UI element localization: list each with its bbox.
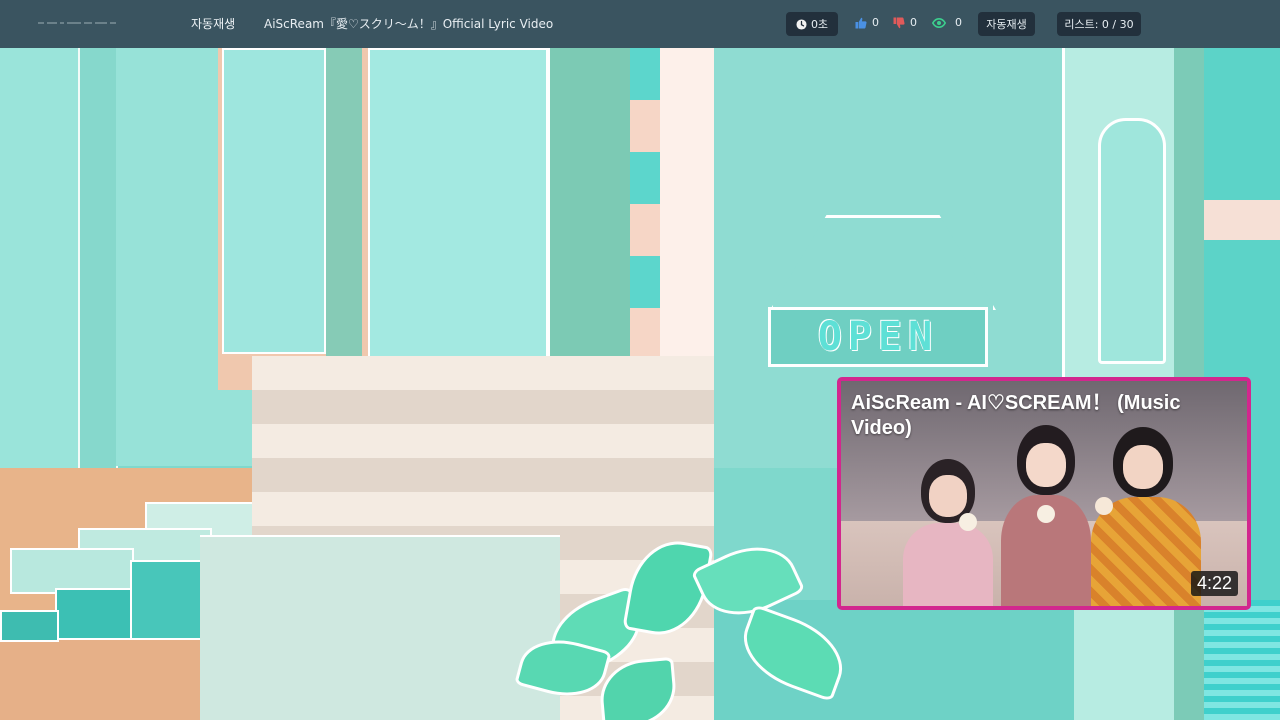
autoplay-button[interactable]: 자동재생: [978, 12, 1035, 36]
store-window-glass-left: [222, 48, 326, 354]
step-block-2: [130, 560, 209, 640]
video-duration-badge: 4:22: [1190, 571, 1238, 596]
open-sign: OPEN: [768, 307, 988, 367]
thumbnail-person-right: [1091, 427, 1201, 606]
thumbnail-ice-cream: [1037, 505, 1055, 523]
store-window-mullion-2: [548, 48, 630, 388]
site-logo[interactable]: [38, 18, 118, 28]
thumbnail-ice-cream: [959, 513, 977, 531]
eye-icon: [932, 17, 946, 28]
right-door-window: [1098, 118, 1166, 364]
open-sign-text: OPEN: [817, 314, 939, 360]
dislike-count: 0: [910, 16, 917, 29]
store-window-glass-right: [368, 48, 548, 370]
step-block-3: [0, 610, 59, 642]
autoplay-link[interactable]: 자동재생: [191, 15, 235, 32]
recommended-video-title: AiScReam - AI♡SCREAM！ (Music Video): [851, 392, 1181, 439]
step-block-1: [55, 588, 134, 640]
thumbs-down-icon: [893, 17, 905, 29]
elapsed-time-chip: 0초: [786, 12, 838, 36]
right-panel-water: [1204, 600, 1280, 720]
like-count: 0: [872, 16, 879, 29]
left-column: [78, 48, 118, 528]
right-panel-stripe: [1204, 200, 1280, 240]
thumbnail-person-left: [903, 459, 993, 606]
left-wall-panel: [0, 48, 78, 468]
views-stat: 0: [932, 16, 962, 29]
like-stat[interactable]: 0: [855, 16, 879, 29]
dislike-stat[interactable]: 0: [893, 16, 917, 29]
counter-base: [200, 535, 560, 720]
playlist-counter[interactable]: 리스트: 0 / 30: [1057, 12, 1141, 36]
clock-icon: [796, 18, 807, 30]
views-count: 0: [955, 16, 962, 29]
store-window-mullion: [326, 48, 362, 364]
elapsed-time: 0초: [810, 18, 829, 31]
top-bar: 자동재생 AiScReam『愛♡スクリ～ム！』Official Lyric Vi…: [0, 0, 1280, 48]
video-background-scene: OPEN: [0, 0, 1280, 720]
recommended-video-card[interactable]: AiScReam - AI♡SCREAM！ (Music Video) 4:22: [837, 377, 1251, 610]
thumbs-up-icon: [855, 17, 867, 29]
now-playing-title: AiScReam『愛♡スクリ～ム！』Official Lyric Video: [264, 17, 554, 31]
thumbnail-ice-cream: [1095, 497, 1113, 515]
